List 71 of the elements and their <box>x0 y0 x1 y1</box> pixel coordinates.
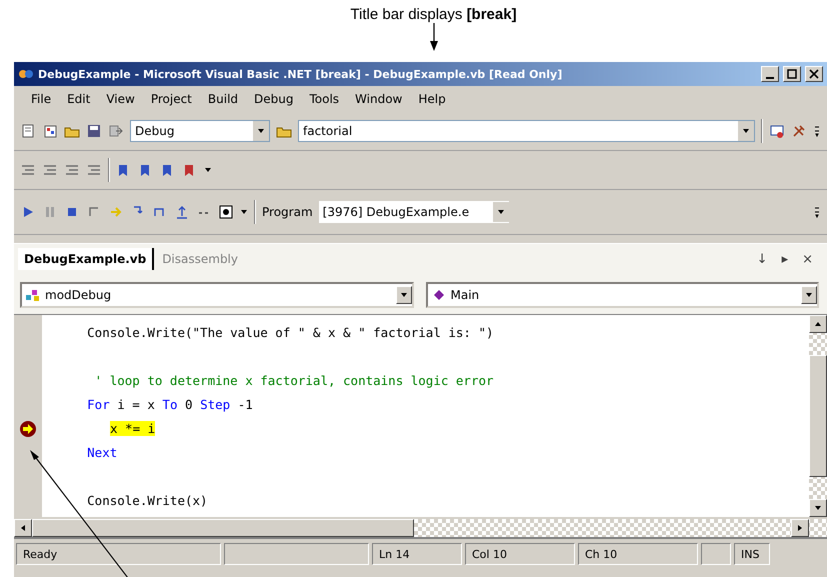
scroll-right-button[interactable] <box>791 519 809 537</box>
column-number: Col 10 <box>465 543 575 565</box>
caret-icon[interactable] <box>257 127 265 135</box>
forward-icon[interactable] <box>108 123 124 139</box>
insert-mode: INS <box>734 543 770 565</box>
right-arrow-icon[interactable] <box>796 524 804 532</box>
restore-icon <box>787 69 797 79</box>
menu-item[interactable]: Project <box>144 90 199 108</box>
status-panel <box>701 543 731 565</box>
line-number: Ln 14 <box>372 543 462 565</box>
configuration-value: Debug <box>135 124 174 138</box>
code-line: ' loop to determine x factorial, contains logic error <box>94 373 494 388</box>
up-arrow-icon[interactable] <box>814 320 822 328</box>
scroll-tabs-button[interactable]: ↓ <box>754 252 770 266</box>
scroll-up-button[interactable] <box>809 315 827 333</box>
caret-icon[interactable] <box>805 291 813 299</box>
menu-item[interactable]: Build <box>200 90 246 108</box>
find-value: factorial <box>303 124 352 138</box>
menu-item[interactable]: View <box>99 90 142 108</box>
minimize-icon <box>766 77 774 79</box>
scroll-left-button[interactable] <box>14 519 32 537</box>
new-project-icon[interactable] <box>20 123 36 139</box>
caret-icon[interactable] <box>400 291 408 299</box>
add-item-icon[interactable] <box>42 123 58 139</box>
save-icon[interactable] <box>86 123 102 139</box>
tools-icon[interactable] <box>791 123 807 139</box>
horizontal-scroll-thumb[interactable] <box>32 519 414 537</box>
left-arrow-icon[interactable] <box>19 524 27 532</box>
caret-icon[interactable] <box>204 166 212 174</box>
find-dropdown[interactable]: factorial <box>298 120 755 142</box>
caret-icon[interactable] <box>742 127 750 135</box>
class-dropdown[interactable]: modDebug <box>20 282 414 308</box>
program-label: Program <box>262 205 313 219</box>
close-button[interactable] <box>805 66 823 82</box>
document-tab[interactable]: DebugExample.vb <box>18 248 154 270</box>
current-statement: x *= i <box>110 421 156 436</box>
down-arrow-icon[interactable] <box>814 504 822 512</box>
caret-icon[interactable] <box>240 208 248 216</box>
class-value: modDebug <box>45 288 112 302</box>
code-line: For i = x To 0 Step -1 <box>86 397 253 412</box>
annotation-caption: Title bar displays [break] <box>350 6 517 23</box>
code-line: Console.Write("The value of " & x & " factorial is: ") <box>86 325 494 340</box>
vertical-scroll-thumb[interactable] <box>809 355 827 477</box>
step-out-icon[interactable] <box>174 204 190 220</box>
window-title: DebugExample - Microsoft Visual Basic .NET [break] - DebugExample.vb [Read Only] <box>38 68 564 80</box>
menu-item[interactable]: File <box>24 90 58 108</box>
menu-item[interactable]: Help <box>411 90 453 108</box>
configuration-dropdown[interactable]: Debug <box>130 120 270 142</box>
minimize-button[interactable] <box>761 66 779 82</box>
program-dropdown[interactable]: [3976] DebugExample.e <box>318 201 509 223</box>
code-line: Next <box>86 445 118 460</box>
close-tab-button[interactable]: × <box>800 252 815 266</box>
method-value: Main <box>450 288 480 302</box>
menu-item[interactable]: Debug <box>247 90 300 108</box>
close-icon <box>809 69 819 79</box>
annotation-arrow <box>428 23 438 51</box>
status-message: Ready <box>16 543 221 565</box>
character-number: Ch 10 <box>578 543 698 565</box>
menu-item[interactable]: Edit <box>60 90 98 108</box>
program-value: [3976] DebugExample.e <box>322 205 470 219</box>
code-line: Console.Write(x) <box>86 493 208 508</box>
restore-button[interactable] <box>783 66 801 82</box>
document-tab[interactable]: Disassembly <box>156 248 244 270</box>
method-dropdown[interactable]: Main <box>426 282 819 308</box>
menu-item[interactable]: Tools <box>302 90 346 108</box>
scroll-down-button[interactable] <box>809 499 827 517</box>
menu-item[interactable]: Window <box>348 90 410 108</box>
breakpoints-window-icon[interactable] <box>218 204 234 220</box>
module-icon[interactable] <box>25 287 41 303</box>
caret-icon[interactable] <box>496 208 505 216</box>
active-files-button[interactable]: ▸ <box>780 252 790 266</box>
